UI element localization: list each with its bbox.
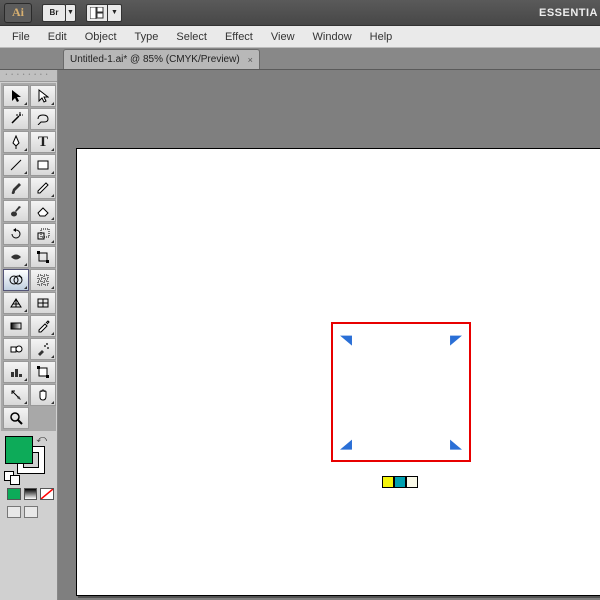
- swap-fill-stroke-icon[interactable]: ⤺: [36, 434, 47, 445]
- zoom-tool[interactable]: [3, 407, 29, 429]
- fill-swatch[interactable]: [5, 436, 33, 464]
- magic-wand-tool[interactable]: [3, 108, 29, 130]
- menu-bar: File Edit Object Type Select Effect View…: [0, 26, 600, 48]
- normal-screen-button[interactable]: [7, 506, 21, 518]
- menu-view[interactable]: View: [271, 31, 295, 43]
- bridge-button[interactable]: Br: [42, 4, 66, 22]
- paintbrush-tool[interactable]: [3, 177, 29, 199]
- menu-select[interactable]: Select: [176, 31, 207, 43]
- perspective-grid-tool[interactable]: [3, 292, 29, 314]
- menu-window[interactable]: Window: [313, 31, 352, 43]
- line-tool[interactable]: [3, 154, 29, 176]
- blob-brush-tool[interactable]: [3, 200, 29, 222]
- direct-selection-tool[interactable]: [30, 85, 56, 107]
- annotation-highlight-box: ◥ ◤ ◢ ◣: [331, 322, 471, 462]
- workspace-switcher[interactable]: ESSENTIA: [539, 7, 600, 19]
- live-paint-tool[interactable]: [30, 269, 56, 291]
- canvas-area[interactable]: ◥ ◤ ◢ ◣: [58, 70, 600, 600]
- lasso-tool[interactable]: [30, 108, 56, 130]
- bridge-dropdown[interactable]: ▼: [66, 4, 76, 22]
- chevron-down-icon: ▼: [67, 9, 74, 16]
- full-screen-button[interactable]: [24, 506, 38, 518]
- live-corner-widget-icon[interactable]: ◥: [340, 332, 352, 348]
- close-tab-icon[interactable]: ×: [248, 55, 253, 65]
- fill-stroke-control[interactable]: ⤺: [5, 436, 45, 474]
- free-transform-tool[interactable]: [30, 246, 56, 268]
- slice-tool[interactable]: [3, 384, 29, 406]
- color-mode-button[interactable]: [7, 488, 21, 500]
- mesh-tool[interactable]: [30, 292, 56, 314]
- scale-tool[interactable]: [30, 223, 56, 245]
- eraser-tool[interactable]: [30, 200, 56, 222]
- chevron-down-icon: ▼: [111, 9, 118, 16]
- menu-edit[interactable]: Edit: [48, 31, 67, 43]
- menu-file[interactable]: File: [12, 31, 30, 43]
- document-tab-label: Untitled-1.ai* @ 85% (CMYK/Preview): [70, 54, 240, 65]
- arrange-documents-button[interactable]: [86, 4, 108, 22]
- width-tool[interactable]: [3, 246, 29, 268]
- rotate-tool[interactable]: [3, 223, 29, 245]
- document-tab[interactable]: Untitled-1.ai* @ 85% (CMYK/Preview) ×: [63, 49, 260, 69]
- app-logo-icon: Ai: [4, 3, 32, 23]
- selection-tool[interactable]: [3, 85, 29, 107]
- artboard-tool[interactable]: [30, 361, 56, 383]
- default-fill-stroke-icon[interactable]: [4, 471, 20, 485]
- live-corner-widget-icon[interactable]: ◣: [450, 436, 462, 452]
- menu-object[interactable]: Object: [85, 31, 117, 43]
- arrange-documents-dropdown[interactable]: ▼: [108, 4, 122, 22]
- live-corner-widget-icon[interactable]: ◤: [450, 332, 462, 348]
- gradient-mode-button[interactable]: [24, 488, 38, 500]
- none-mode-button[interactable]: [40, 488, 54, 500]
- eyedropper-tool[interactable]: [30, 315, 56, 337]
- menu-help[interactable]: Help: [370, 31, 393, 43]
- symbol-sprayer-tool[interactable]: [30, 338, 56, 360]
- type-tool[interactable]: T: [30, 131, 56, 153]
- tools-panel: •••••••• T: [0, 70, 58, 600]
- live-corner-widget-icon[interactable]: ◢: [340, 436, 352, 452]
- shape-builder-tool[interactable]: [3, 269, 29, 291]
- gradient-tool[interactable]: [3, 315, 29, 337]
- artboard[interactable]: ◥ ◤ ◢ ◣: [76, 148, 600, 596]
- blend-tool[interactable]: [3, 338, 29, 360]
- rectangle-tool[interactable]: [30, 154, 56, 176]
- panel-grip[interactable]: ••••••••: [0, 70, 57, 82]
- cursor-swatches-icon: [382, 476, 418, 488]
- pen-tool[interactable]: [3, 131, 29, 153]
- app-title-bar: Ai Br ▼ ▼ ESSENTIA: [0, 0, 600, 26]
- column-graph-tool[interactable]: [3, 361, 29, 383]
- pencil-tool[interactable]: [30, 177, 56, 199]
- hand-tool[interactable]: [30, 384, 56, 406]
- menu-type[interactable]: Type: [135, 31, 159, 43]
- menu-effect[interactable]: Effect: [225, 31, 253, 43]
- document-tab-bar: Untitled-1.ai* @ 85% (CMYK/Preview) ×: [0, 48, 600, 70]
